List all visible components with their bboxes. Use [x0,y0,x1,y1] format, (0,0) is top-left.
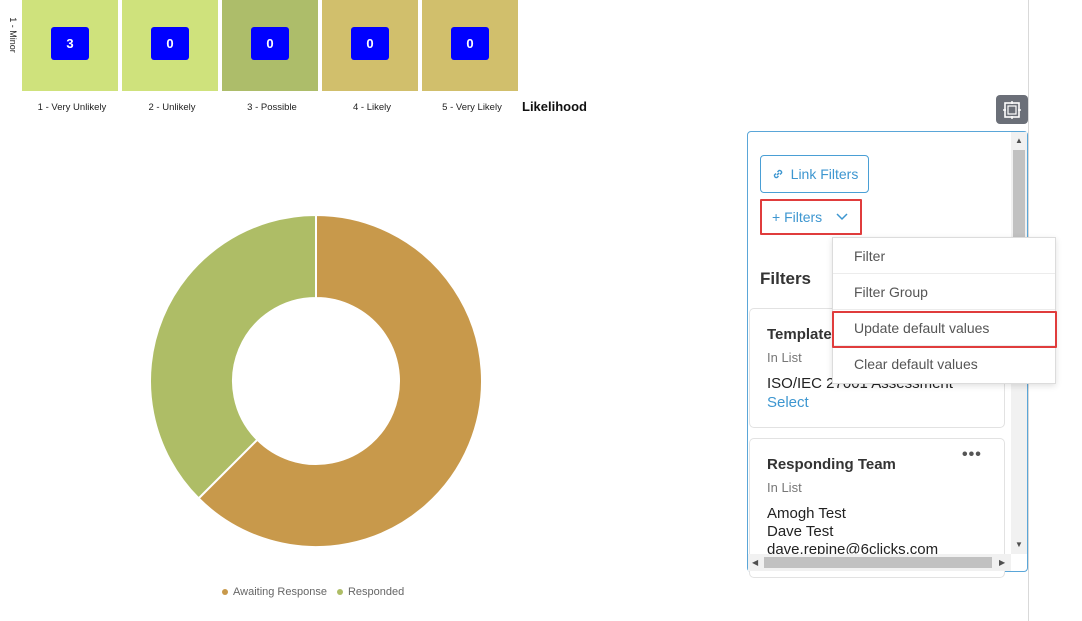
highlight-update-default-values [832,311,1057,348]
highlight-add-filters [760,199,862,235]
expand-button[interactable] [996,95,1028,124]
scroll-right-icon[interactable]: ▶ [999,558,1005,567]
vertical-scrollbar-thumb[interactable] [1013,150,1025,240]
menu-item-filter[interactable]: Filter [833,238,1055,274]
link-filters-button[interactable]: Link Filters [760,155,869,193]
card-select-link[interactable]: Select [767,394,809,411]
legend-dot [336,589,343,595]
legend-item-responded[interactable]: Responded [336,586,405,598]
card-value: dave.repine@6clicks.com [767,541,939,554]
link-filters-label: Link Filters [790,166,859,182]
menu-item-clear-default-values[interactable]: Clear default values [833,346,1055,382]
legend-label: Awaiting Response [233,586,327,598]
card-value: Amogh Test [767,505,846,522]
scroll-left-icon[interactable]: ◀ [752,558,758,567]
expand-icon [1003,100,1021,119]
card-value-clip: dave.repine@6clicks.com [748,538,1011,554]
more-dots-icon[interactable]: ••• [962,446,982,464]
legend-label: Responded [347,586,405,598]
card-operator: In List [767,350,802,365]
donut-chart [149,213,483,548]
horizontal-scrollbar-thumb[interactable] [764,557,992,568]
scroll-up-icon[interactable]: ▲ [1015,136,1023,145]
card-title: Template [767,326,832,343]
menu-item-filter-group[interactable]: Filter Group [833,274,1055,310]
link-icon [773,169,782,179]
legend-dot [222,589,228,595]
chart-legend: Awaiting Response Responded [222,586,408,598]
legend-item-awaiting[interactable]: Awaiting Response [222,586,327,598]
scroll-down-icon[interactable]: ▼ [1015,540,1023,549]
donut-slice-responded[interactable] [149,213,317,500]
card-title: Responding Team [767,456,896,473]
filters-heading: Filters [760,269,812,288]
card-operator: In List [767,480,802,495]
